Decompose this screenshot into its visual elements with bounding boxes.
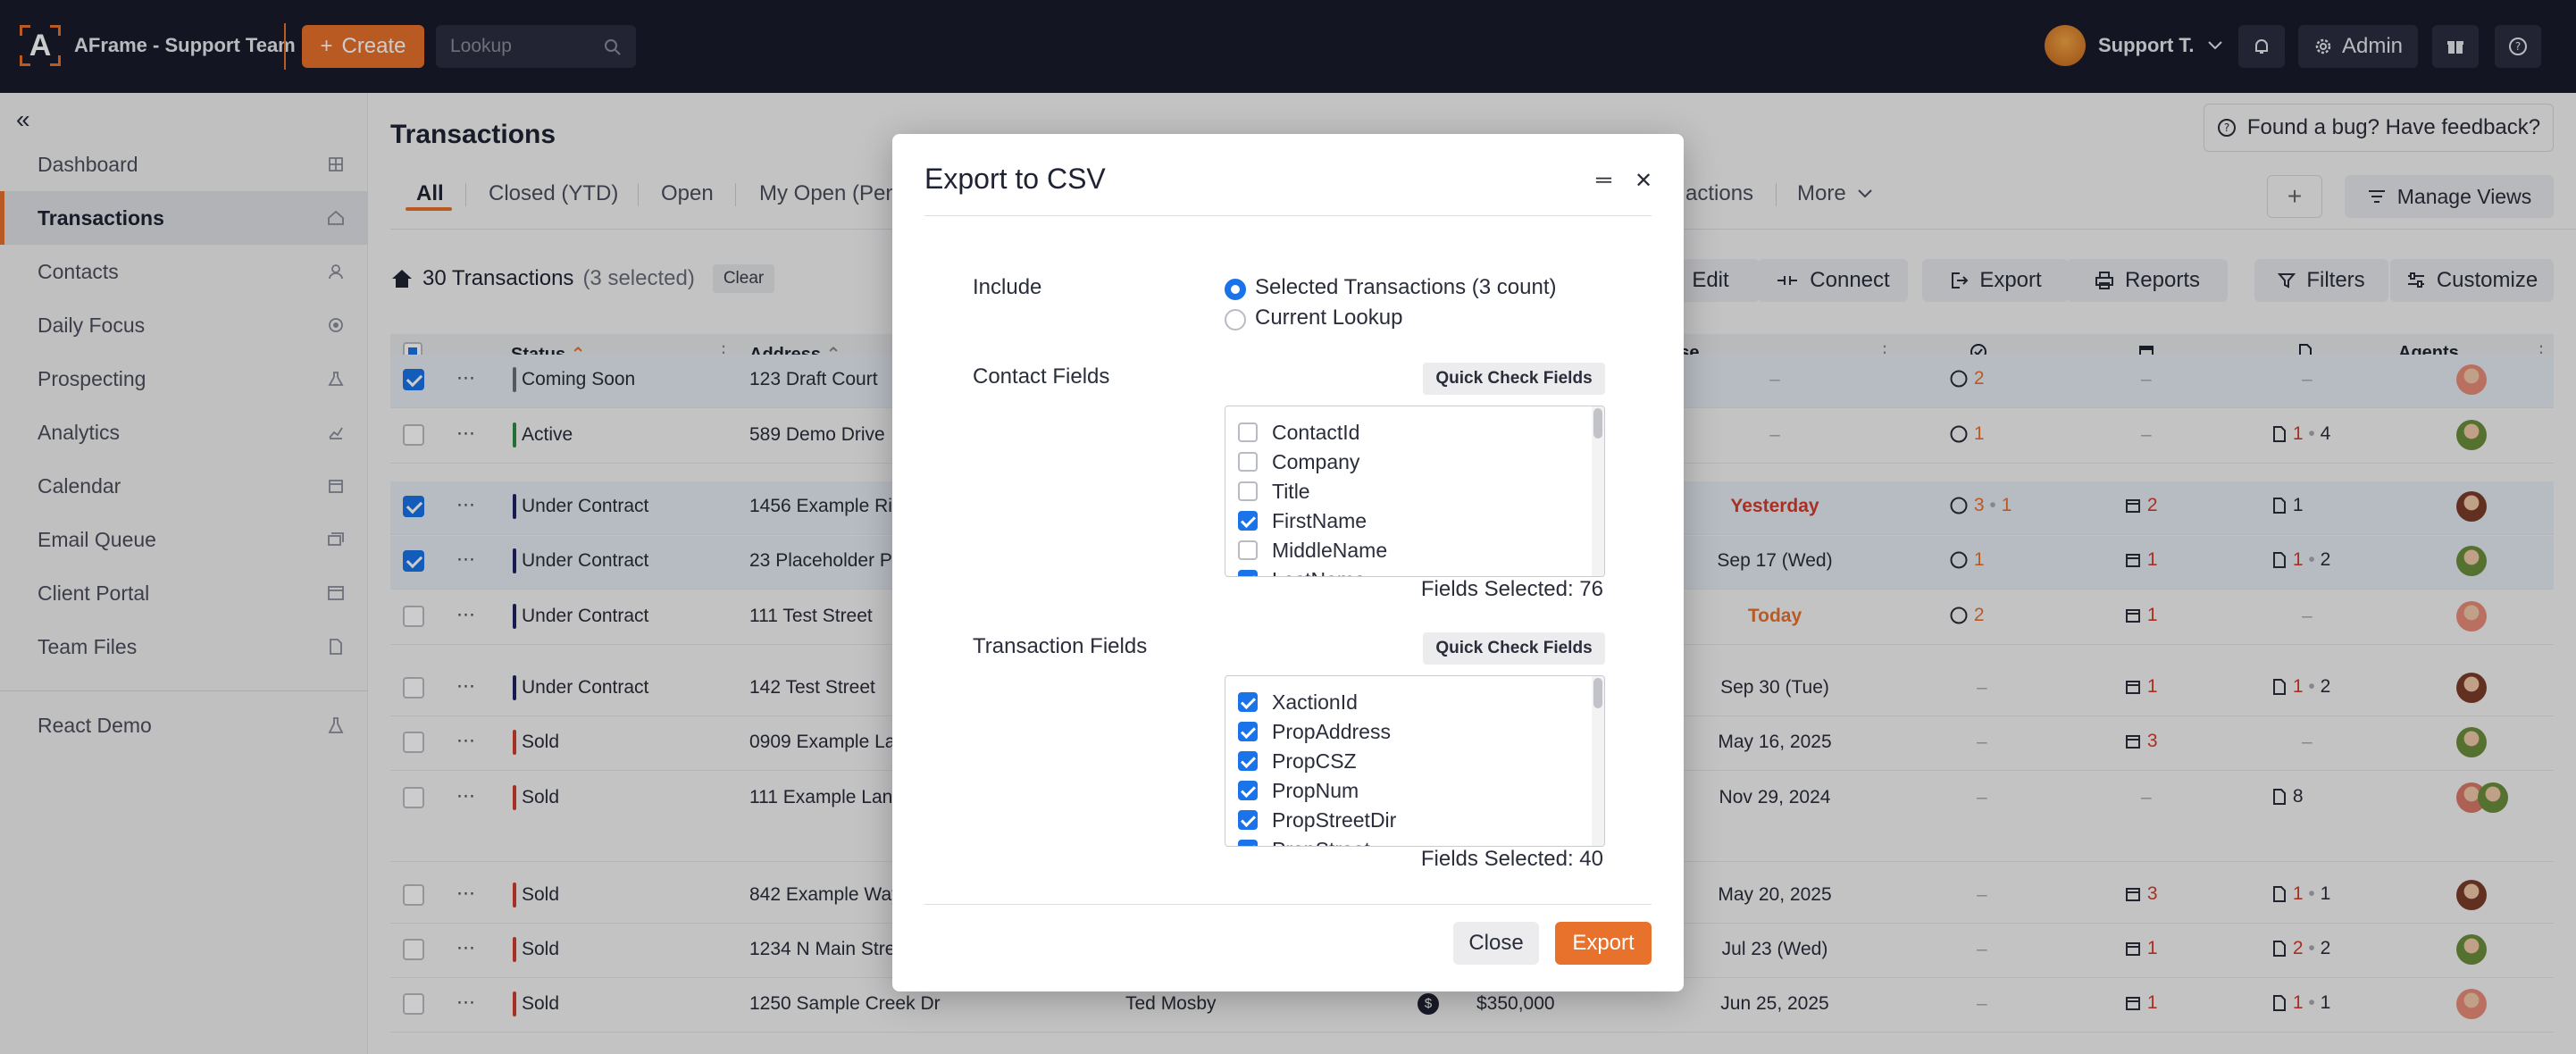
field-option[interactable]: ContactId [1238, 419, 1359, 446]
field-checkbox[interactable] [1238, 540, 1258, 560]
dialog-title: Export to CSV [924, 163, 1106, 195]
field-checkbox[interactable] [1238, 570, 1258, 576]
include-label: Include [973, 275, 1042, 299]
field-option[interactable]: Company [1238, 448, 1359, 475]
field-checkbox[interactable] [1238, 722, 1258, 741]
field-option[interactable]: PropAddress [1238, 718, 1391, 745]
field-option[interactable]: PropStreetDir [1238, 807, 1396, 833]
transaction-fields-selected: Fields Selected: 40 [1420, 847, 1603, 871]
field-option[interactable]: LastName [1238, 566, 1366, 577]
close-button[interactable]: Close [1453, 922, 1539, 965]
export-button[interactable]: Export [1555, 922, 1652, 965]
field-name: XactionId [1272, 690, 1358, 714]
field-name: PropStreetDir [1272, 807, 1397, 832]
field-option[interactable]: FirstName [1238, 507, 1367, 534]
field-checkbox[interactable] [1238, 810, 1258, 830]
field-name: Company [1272, 449, 1360, 473]
field-name: LastName [1272, 568, 1366, 577]
export-csv-dialog: Export to CSV ═ ✕ Include Selected Trans… [892, 134, 1684, 991]
scroll-thumb[interactable] [1593, 678, 1602, 708]
dialog-header-divider [924, 215, 1652, 216]
field-checkbox[interactable] [1238, 422, 1258, 442]
transaction-fields-list[interactable]: XactionId PropAddress PropCSZ PropNum PropSt… [1225, 675, 1605, 847]
field-option[interactable]: MiddleName [1238, 537, 1387, 564]
close-icon[interactable]: ✕ [1635, 168, 1652, 194]
field-option[interactable]: PropNum [1238, 777, 1359, 804]
transaction-quick-check-button[interactable]: Quick Check Fields [1423, 632, 1605, 665]
contact-list-scrollbar[interactable] [1592, 406, 1604, 576]
field-name: PropAddress [1272, 719, 1391, 743]
field-option[interactable]: Title [1238, 478, 1310, 505]
field-option[interactable]: PropCSZ [1238, 748, 1357, 774]
field-checkbox[interactable] [1238, 452, 1258, 472]
field-checkbox[interactable] [1238, 751, 1258, 771]
field-name: Title [1272, 479, 1310, 503]
field-checkbox[interactable] [1238, 481, 1258, 501]
contact-fields-list[interactable]: ContactId Company Title FirstName MiddleName… [1225, 406, 1605, 577]
contact-fields-selected: Fields Selected: 76 [1420, 577, 1603, 601]
transaction-list-scrollbar[interactable] [1592, 676, 1604, 846]
field-name: MiddleName [1272, 538, 1388, 562]
drag-handle-icon[interactable]: ═ [1596, 168, 1611, 193]
contact-fields-label: Contact Fields [973, 364, 1110, 389]
field-name: ContactId [1272, 420, 1360, 444]
field-checkbox[interactable] [1238, 781, 1258, 800]
scroll-thumb[interactable] [1593, 408, 1602, 439]
field-name: PropStreet [1272, 838, 1370, 847]
selected-transactions-radio[interactable] [1225, 279, 1246, 300]
field-checkbox[interactable] [1238, 511, 1258, 531]
transaction-fields-label: Transaction Fields [973, 634, 1148, 658]
field-name: PropNum [1272, 778, 1359, 802]
field-option[interactable]: PropStreet [1238, 836, 1370, 847]
field-checkbox[interactable] [1238, 692, 1258, 712]
field-name: PropCSZ [1272, 749, 1357, 773]
field-option[interactable]: XactionId [1238, 689, 1358, 715]
field-name: FirstName [1272, 508, 1367, 532]
contact-quick-check-button[interactable]: Quick Check Fields [1423, 363, 1605, 395]
dialog-footer-divider [924, 904, 1652, 905]
selected-transactions-label[interactable]: Selected Transactions (3 count) [1255, 275, 1557, 300]
field-checkbox[interactable] [1238, 840, 1258, 846]
current-lookup-label[interactable]: Current Lookup [1255, 305, 1402, 330]
current-lookup-radio[interactable] [1225, 309, 1246, 330]
